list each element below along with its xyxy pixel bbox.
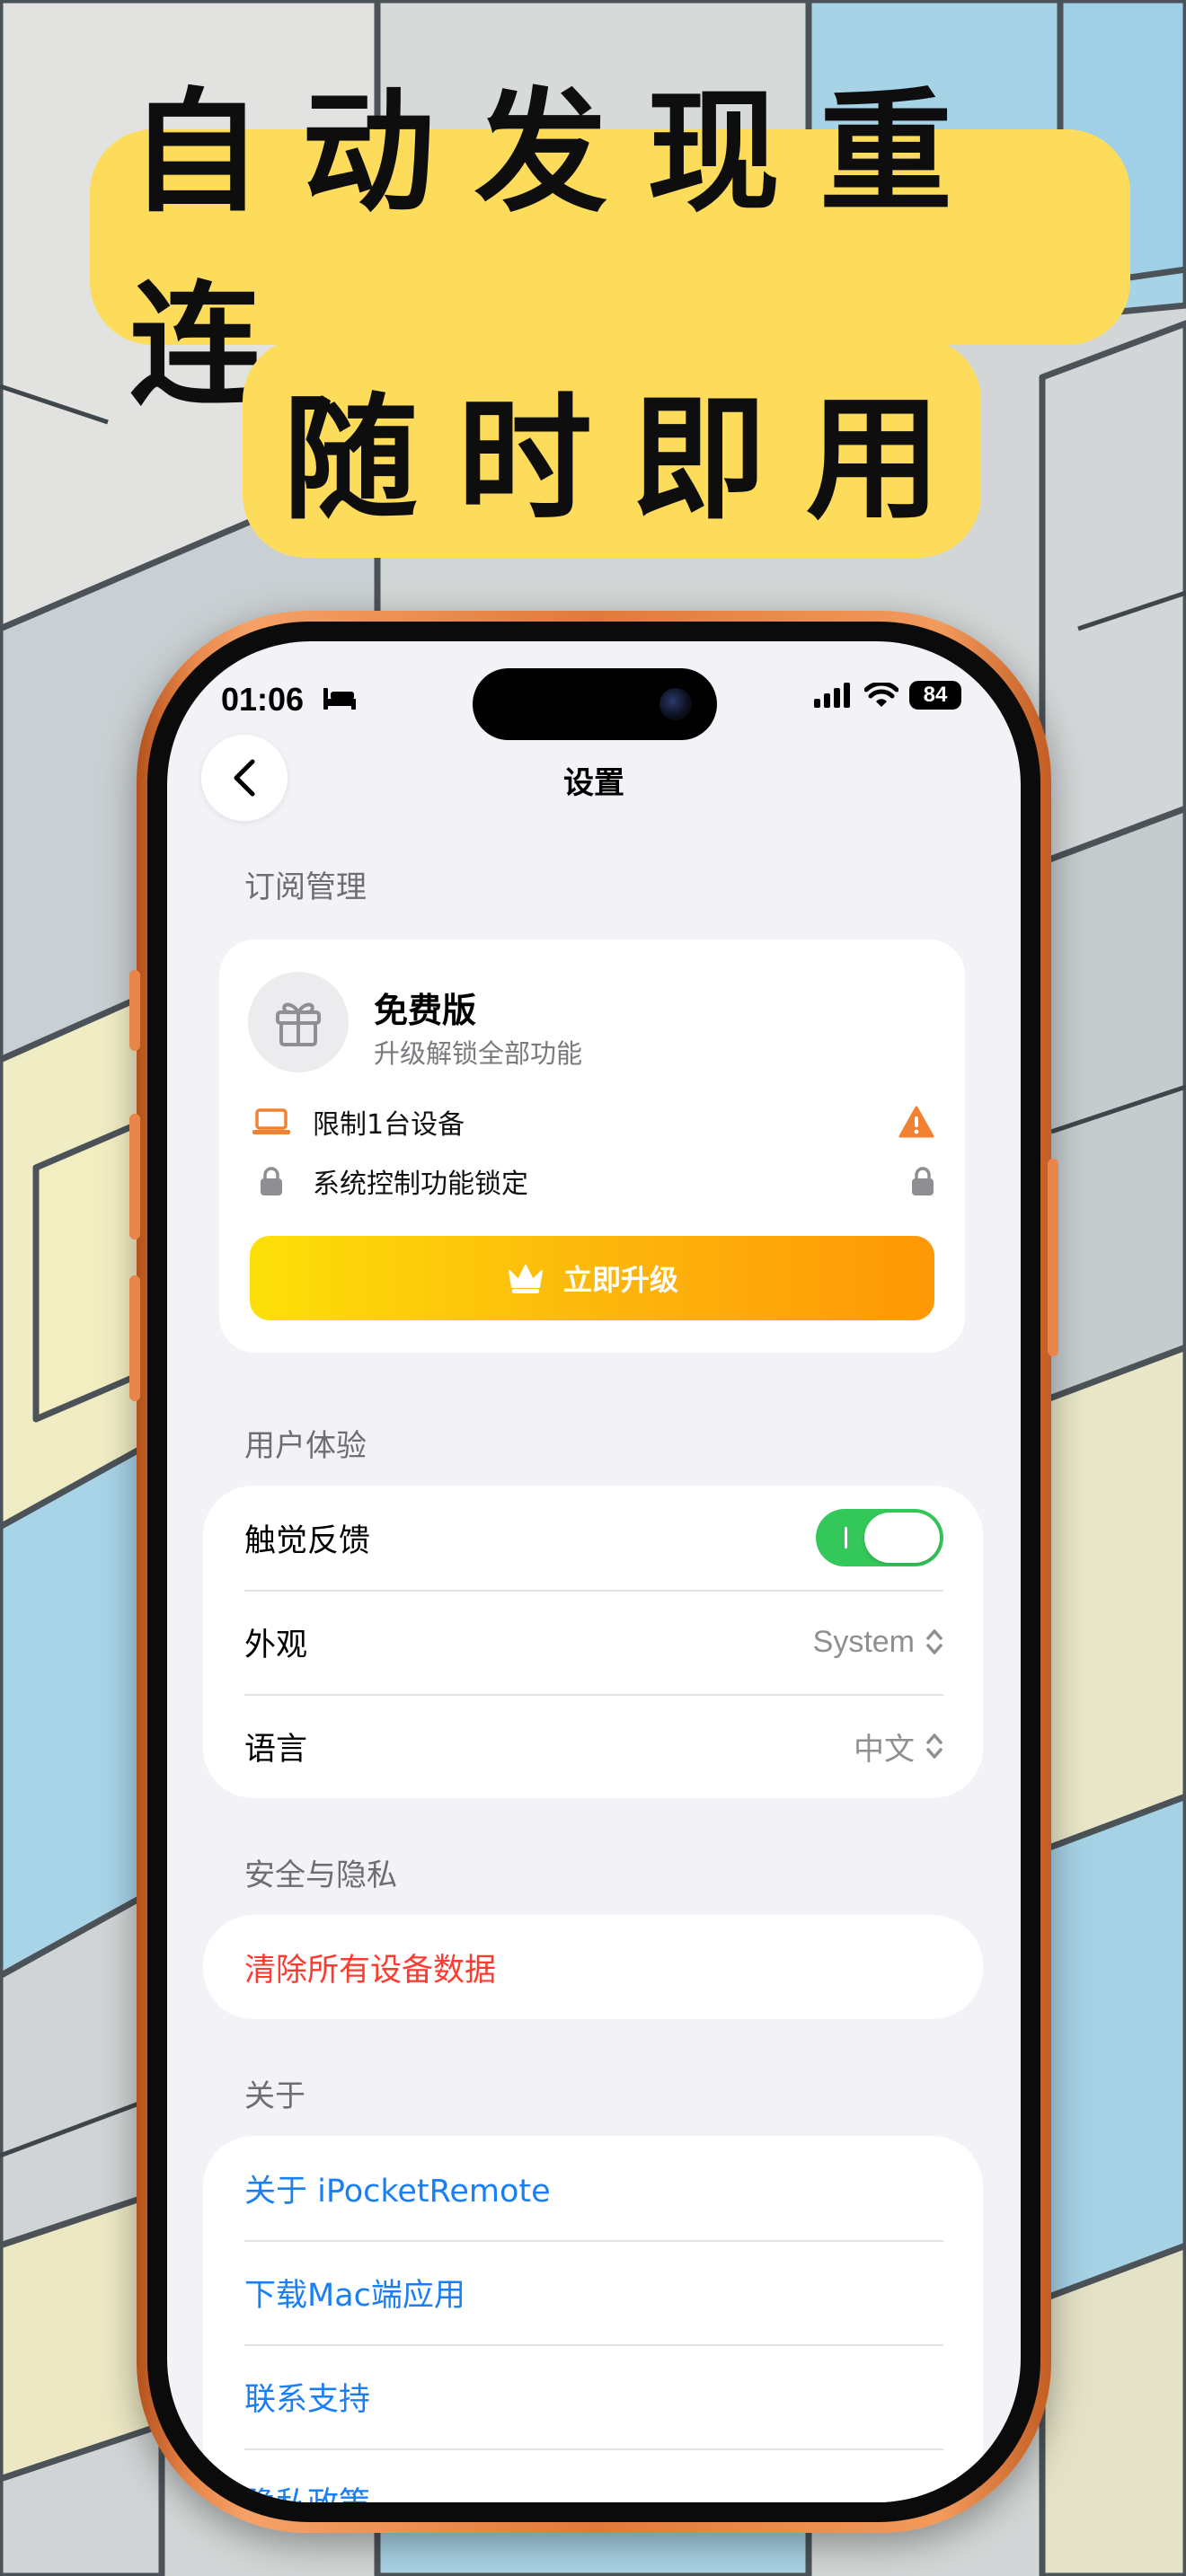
contact-support-row[interactable]: 联系支持 [203,2344,983,2448]
headline-line-2: 随时即用 [243,338,981,558]
toggle-on-indicator [845,1527,847,1548]
feature-label: 限制1台设备 [313,1109,465,1141]
upgrade-label: 立即升级 [562,1263,678,1297]
volume-up-button [129,1114,140,1239]
haptics-toggle[interactable] [816,1509,943,1566]
dynamic-island [473,668,717,740]
user-experience-group: 触觉反馈 外观 System 语言 中文 [203,1486,983,1798]
volume-down-button [129,1275,140,1401]
crown-icon [508,1265,543,1293]
power-button [1048,1159,1058,1356]
camera-icon [659,688,692,720]
phone-screen: 01:06 84 设置 订阅管理 免费版 升级解锁全部功能 限制1台设备 系统控… [167,641,1021,2502]
toggle-knob [864,1513,940,1563]
page-title: 设置 [563,765,624,801]
chevron-up-down-icon [926,1629,943,1654]
section-header-subscription: 订阅管理 [244,869,367,905]
sleep-focus-icon [323,688,356,710]
lock-icon [250,1163,293,1199]
clear-data-row[interactable]: 清除所有设备数据 [203,1915,983,2019]
appearance-row[interactable]: 外观 System [203,1590,983,1694]
subscription-card: 免费版 升级解锁全部功能 限制1台设备 系统控制功能锁定 立即升级 [219,940,965,1353]
download-mac-row[interactable]: 下载Mac端应用 [203,2240,983,2344]
wifi-icon [864,683,898,707]
contact-support-link[interactable]: 联系支持 [244,2374,943,2420]
appearance-value: System [812,1624,915,1659]
language-value: 中文 [854,1732,915,1767]
appearance-label: 外观 [244,1627,308,1663]
laptop-icon [250,1104,293,1140]
action-button [129,970,140,1051]
chevron-up-down-icon [926,1734,943,1759]
privacy-policy-row[interactable]: 隐私政策 [203,2448,983,2502]
clear-data-button[interactable]: 清除所有设备数据 [244,1945,943,1990]
language-row[interactable]: 语言 中文 [203,1694,983,1798]
download-mac-link[interactable]: 下载Mac端应用 [244,2270,943,2316]
feature-row-device-limit: 限制1台设备 [250,1099,934,1144]
haptics-label: 触觉反馈 [244,1522,371,1559]
section-header-about: 关于 [244,2078,305,2114]
language-label: 语言 [244,1731,308,1768]
gift-icon [248,972,349,1072]
battery-indicator: 84 [909,681,961,710]
headline-line-1: 自动发现重连 [90,75,1130,423]
about-app-link[interactable]: 关于 iPocketRemote [244,2166,943,2211]
lock-icon [895,1166,934,1196]
plan-name: 免费版 [374,991,477,1030]
haptics-row: 触觉反馈 [203,1486,983,1590]
privacy-policy-link[interactable]: 隐私政策 [244,2478,943,2503]
about-app-row[interactable]: 关于 iPocketRemote [203,2136,983,2240]
feature-label: 系统控制功能锁定 [313,1169,528,1200]
security-group: 清除所有设备数据 [203,1915,983,2019]
upgrade-button[interactable]: 立即升级 [250,1236,934,1320]
status-time: 01:06 [221,681,305,718]
section-header-security: 安全与隐私 [244,1857,397,1893]
section-header-user-experience: 用户体验 [244,1428,367,1464]
about-group: 关于 iPocketRemote 下载Mac端应用 联系支持 隐私政策 [203,2136,983,2502]
warning-icon [895,1106,934,1138]
cellular-signal-icon [814,683,850,708]
feature-row-system-control: 系统控制功能锁定 [250,1159,934,1204]
plan-description: 升级解锁全部功能 [374,1038,583,1069]
